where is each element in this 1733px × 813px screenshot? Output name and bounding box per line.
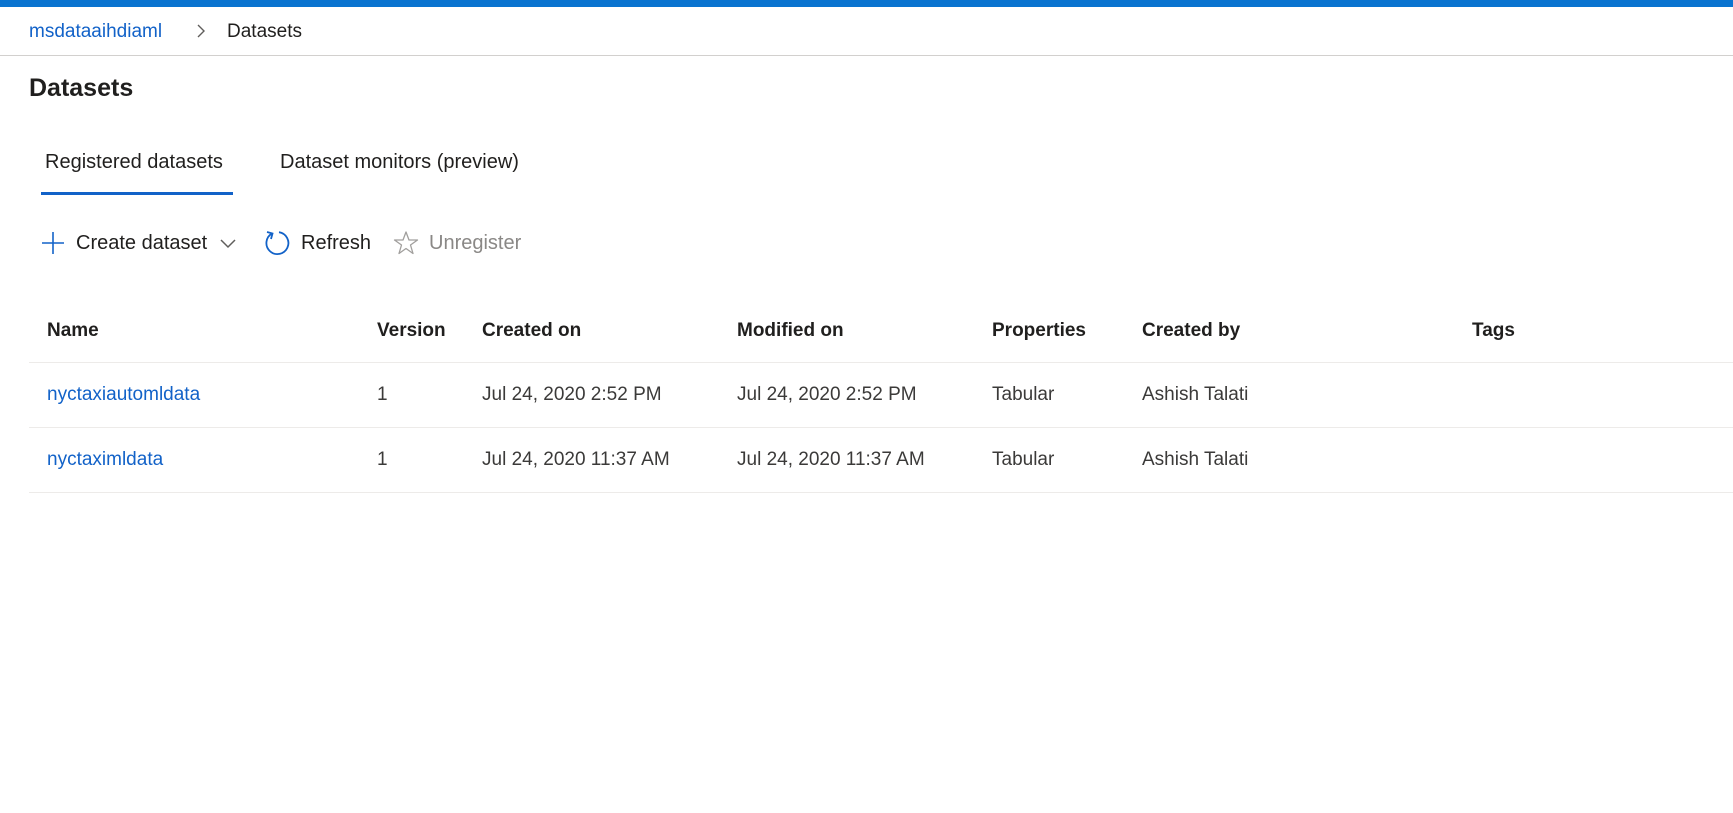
create-dataset-label: Create dataset	[76, 231, 208, 254]
dataset-created-on: Jul 24, 2020 11:37 AM	[482, 449, 670, 470]
dataset-version: 1	[377, 449, 388, 470]
unregister-button[interactable]: Unregister	[393, 229, 521, 257]
dataset-name-link[interactable]: nyctaximldata	[47, 449, 163, 471]
dataset-modified-on: Jul 24, 2020 2:52 PM	[737, 384, 917, 405]
star-icon	[393, 231, 419, 255]
column-header-name[interactable]: Name	[47, 320, 99, 342]
column-header-version[interactable]: Version	[377, 320, 446, 342]
dataset-modified-on: Jul 24, 2020 11:37 AM	[737, 449, 925, 470]
refresh-button[interactable]: Refresh	[263, 229, 371, 257]
column-header-tags[interactable]: Tags	[1472, 320, 1515, 342]
breadcrumb-current: Datasets	[227, 21, 302, 42]
dataset-properties: Tabular	[992, 449, 1055, 470]
dataset-name-link[interactable]: nyctaxiautomldata	[47, 384, 200, 406]
dataset-version: 1	[377, 384, 388, 405]
tab-registered-datasets[interactable]: Registered datasets	[45, 151, 223, 174]
refresh-icon	[265, 231, 290, 255]
chevron-right-icon	[197, 24, 205, 38]
chevron-down-icon[interactable]	[219, 237, 237, 249]
breadcrumb-workspace-link[interactable]: msdataaihdiaml	[29, 21, 162, 43]
column-header-properties[interactable]: Properties	[992, 320, 1086, 342]
dataset-created-by: Ashish Talati	[1142, 384, 1249, 405]
tab-dataset-monitors[interactable]: Dataset monitors (preview)	[280, 151, 519, 174]
tab-selected-indicator	[41, 192, 233, 195]
breadcrumb: msdataaihdiaml Datasets	[0, 7, 1733, 56]
row-divider	[29, 492, 1733, 493]
dataset-properties: Tabular	[992, 384, 1055, 405]
page-title: Datasets	[29, 74, 134, 102]
create-dataset-button[interactable]: Create dataset	[40, 229, 237, 257]
plus-icon	[42, 232, 64, 254]
column-header-created-on[interactable]: Created on	[482, 320, 581, 342]
column-header-created-by[interactable]: Created by	[1142, 320, 1240, 342]
header-divider	[29, 362, 1733, 363]
top-accent-bar	[0, 0, 1733, 7]
refresh-label: Refresh	[301, 231, 372, 254]
row-divider	[29, 427, 1733, 428]
dataset-created-on: Jul 24, 2020 2:52 PM	[482, 384, 662, 405]
unregister-label: Unregister	[429, 231, 522, 254]
column-header-modified-on[interactable]: Modified on	[737, 320, 844, 342]
dataset-created-by: Ashish Talati	[1142, 449, 1249, 470]
